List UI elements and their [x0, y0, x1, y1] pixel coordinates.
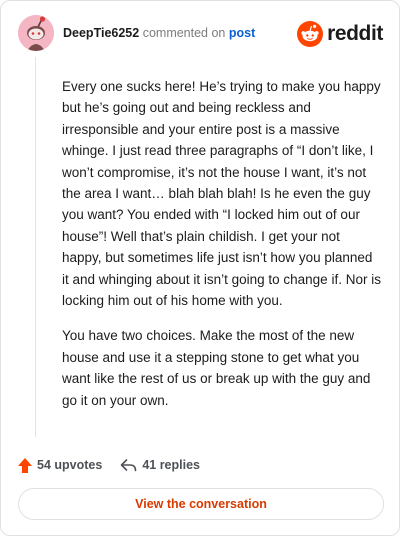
upvote-count[interactable]: 54 upvotes [18, 457, 103, 473]
thread-line [35, 57, 36, 437]
comment-stats: 54 upvotes 41 replies [18, 453, 200, 477]
comment-verb: commented on [142, 26, 226, 40]
post-link[interactable]: post [229, 26, 255, 40]
upvote-arrow-icon [18, 457, 32, 473]
reddit-logo[interactable]: reddit [297, 19, 383, 49]
comment-paragraph: You have two choices. Make the most of t… [62, 328, 371, 408]
reply-arrow-icon [121, 459, 137, 472]
comment-header: DeepTie6252 commented on post reddit [18, 15, 383, 53]
reply-count[interactable]: 41 replies [120, 458, 200, 472]
comment-meta: DeepTie6252 commented on post [63, 26, 255, 40]
snoo-avatar-icon [18, 15, 54, 51]
view-conversation-button[interactable]: View the conversation [18, 488, 384, 520]
upvote-label: 54 upvotes [37, 458, 103, 472]
avatar[interactable] [18, 15, 54, 51]
comment-paragraph: Every one sucks here! He’s trying to mak… [62, 79, 381, 309]
comment-card: DeepTie6252 commented on post reddit Eve… [0, 0, 400, 536]
brand-wordmark: reddit [327, 22, 383, 45]
reddit-logo-icon [297, 21, 324, 47]
reply-label: 41 replies [142, 458, 200, 472]
username[interactable]: DeepTie6252 [63, 26, 139, 40]
comment-body: Every one sucks here! He’s trying to mak… [62, 76, 382, 425]
